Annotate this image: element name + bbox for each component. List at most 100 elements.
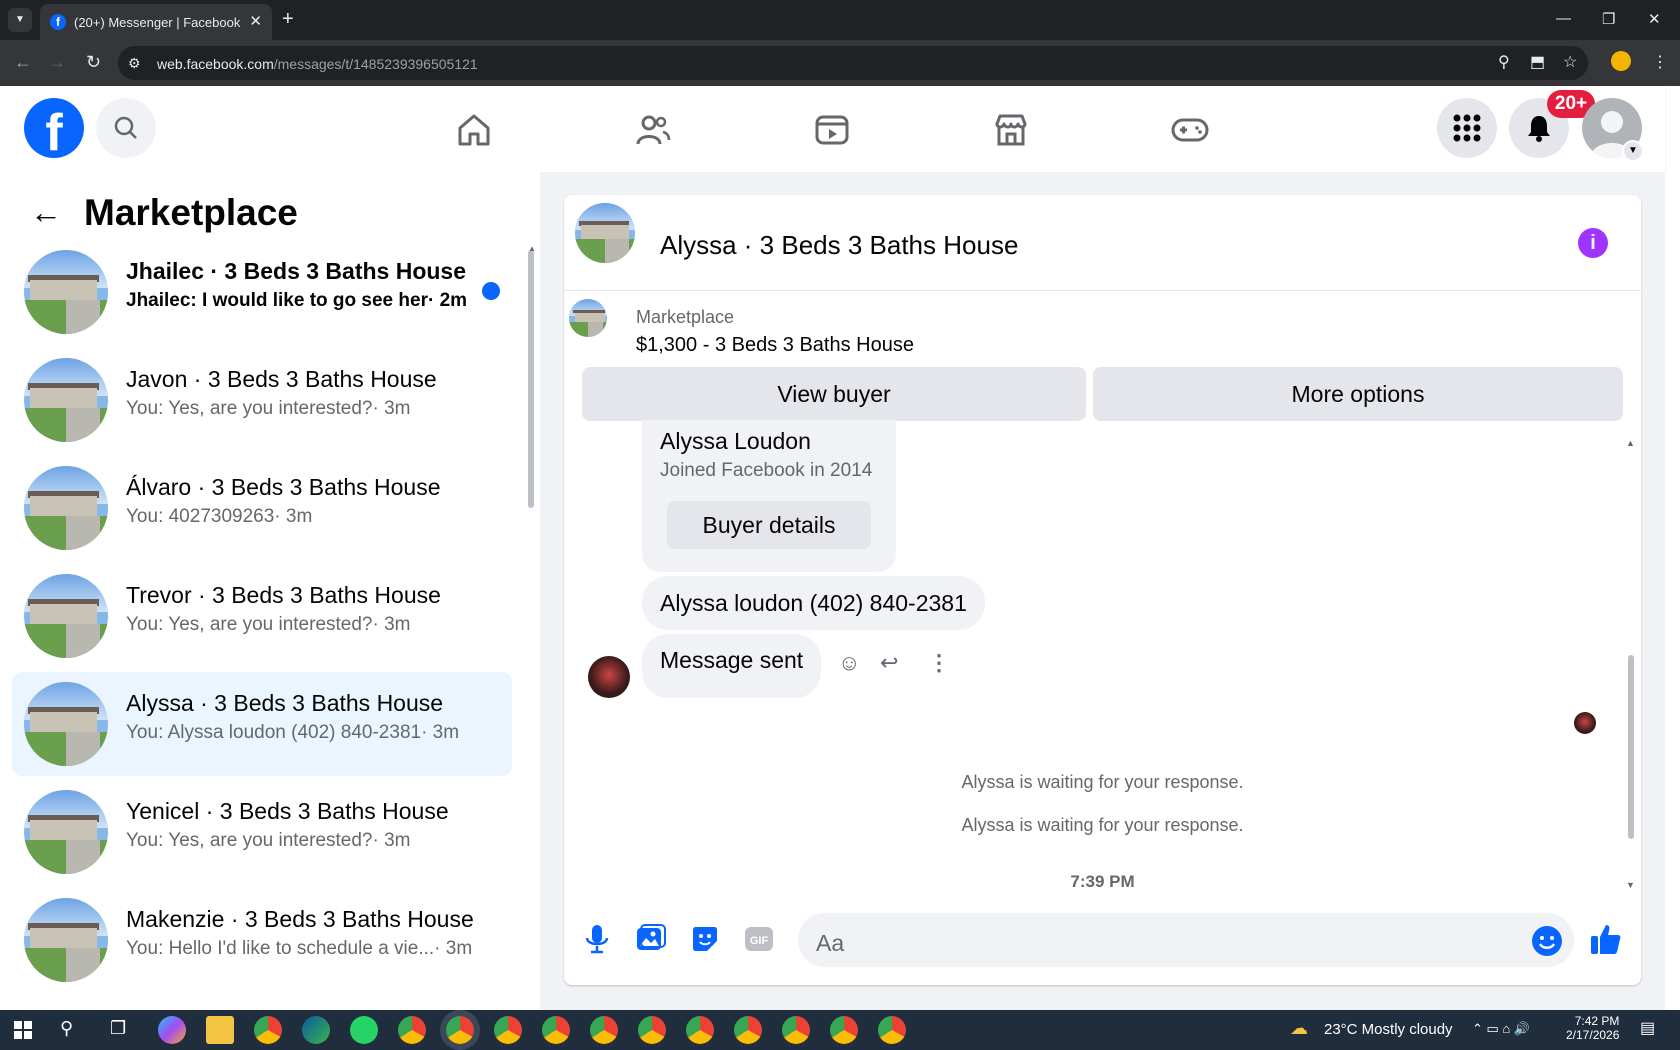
gif-button[interactable]: GIF xyxy=(742,922,776,956)
bookmark-star-icon[interactable]: ☆ xyxy=(1563,52,1577,72)
chrome-profile-icon[interactable] xyxy=(638,1016,666,1044)
conversation-row[interactable]: Trevor · 3 Beds 3 Baths House You: Yes, a… xyxy=(12,564,512,668)
message-input-placeholder[interactable]: Aa xyxy=(816,930,844,957)
chrome-profile-icon[interactable] xyxy=(542,1016,570,1044)
waiting-notice: Alyssa is waiting for your response. xyxy=(961,772,1244,792)
listing-small-thumbnail[interactable] xyxy=(569,299,619,347)
whatsapp-icon[interactable] xyxy=(350,1016,378,1044)
left-scrollbar[interactable] xyxy=(528,250,534,508)
marketplace-tab[interactable] xyxy=(991,110,1031,150)
preview-text: You: Alyssa loudon (402) 840-2381 xyxy=(126,722,422,743)
chrome-profile-icon[interactable] xyxy=(734,1016,762,1044)
scroll-up-arrow-icon[interactable]: ▲ xyxy=(1626,438,1635,448)
restore-button[interactable]: ❐ xyxy=(1602,10,1615,28)
scroll-down-arrow-icon[interactable]: ▼ xyxy=(1626,880,1635,890)
message-bubble[interactable]: Alyssa loudon (402) 840-2381 xyxy=(642,576,985,630)
task-view-icon[interactable]: ❐ xyxy=(110,1018,126,1039)
conversation-row[interactable]: Yenicel · 3 Beds 3 Baths House You: Yes, … xyxy=(12,780,512,884)
conversation-preview: You: Hello I'd like to schedule a vie...… xyxy=(126,938,472,960)
conversation-row[interactable]: Jhailec · 3 Beds 3 Baths House Jhailec: I… xyxy=(12,240,512,344)
back-arrow-icon[interactable]: ← xyxy=(30,194,62,231)
reply-icon[interactable]: ↩ xyxy=(880,650,898,676)
listing-thumbnail xyxy=(24,790,108,874)
windows-start-icon[interactable] xyxy=(14,1021,32,1039)
video-tab[interactable] xyxy=(812,110,852,150)
chat-scrollbar[interactable] xyxy=(1628,655,1634,839)
info-icon[interactable]: i xyxy=(1578,228,1608,258)
clock-time: 7:42 PM xyxy=(1574,1014,1620,1028)
install-app-icon[interactable]: ⬒ xyxy=(1530,52,1545,72)
weather-text[interactable]: 23°C Mostly cloudy xyxy=(1324,1021,1453,1038)
emoji-picker-button[interactable] xyxy=(1532,926,1562,956)
copilot-icon[interactable] xyxy=(158,1016,186,1044)
zoom-icon[interactable]: ⚲ xyxy=(1498,52,1510,72)
profile-avatar-icon[interactable] xyxy=(1611,51,1631,71)
home-tab[interactable] xyxy=(454,110,494,150)
seen-avatar xyxy=(1574,712,1596,734)
chrome-profile-icon[interactable] xyxy=(878,1016,906,1044)
conversation-row[interactable]: Alyssa · 3 Beds 3 Baths House You: Alyssa… xyxy=(12,672,512,776)
header-divider xyxy=(564,290,1641,291)
message-input[interactable] xyxy=(798,913,1574,967)
chrome-profile-icon[interactable] xyxy=(494,1016,522,1044)
file-explorer-icon[interactable] xyxy=(206,1016,234,1044)
preview-text: You: Yes, are you interested? xyxy=(126,614,373,635)
buyer-details-button[interactable]: Buyer details xyxy=(667,501,871,549)
conversation-name: Makenzie · 3 Beds 3 Baths House xyxy=(126,906,474,932)
conversation-row[interactable]: Álvaro · 3 Beds 3 Baths House You: 402730… xyxy=(12,456,512,560)
minimize-button[interactable]: — xyxy=(1556,10,1571,27)
back-button[interactable]: ← xyxy=(14,52,32,73)
site-info-icon[interactable]: ⚙ xyxy=(128,55,141,72)
more-options-button[interactable]: More options xyxy=(1093,367,1623,421)
taskbar-search-icon[interactable]: ⚲ xyxy=(60,1018,73,1039)
url-text[interactable]: web.facebook.com/messages/t/148523939650… xyxy=(157,56,478,72)
voice-clip-button[interactable] xyxy=(580,922,614,956)
forward-button[interactable]: → xyxy=(48,52,66,73)
conversation-row[interactable]: Javon · 3 Beds 3 Baths House You: Yes, ar… xyxy=(12,348,512,452)
react-smiley-icon[interactable]: ☺ xyxy=(838,650,860,676)
gaming-tab[interactable] xyxy=(1170,110,1210,150)
chrome-active-icon[interactable] xyxy=(446,1016,474,1044)
account-chevron-down-icon[interactable]: ▼ xyxy=(1622,140,1644,162)
browser-menu-icon[interactable]: ⋮ xyxy=(1652,52,1668,72)
sticker-button[interactable] xyxy=(688,922,722,956)
conversation-row[interactable]: Makenzie · 3 Beds 3 Baths House You: Hell… xyxy=(12,888,512,992)
conversation-preview: You: 4027309263· 3m xyxy=(126,506,312,528)
chrome-icon[interactable] xyxy=(254,1016,282,1044)
weather-cloud-icon[interactable]: ☁ xyxy=(1290,1018,1308,1039)
grid-menu-icon xyxy=(1453,114,1481,142)
chrome-profile-icon[interactable] xyxy=(782,1016,810,1044)
close-window-button[interactable]: ✕ xyxy=(1648,10,1661,28)
close-tab-icon[interactable]: ✕ xyxy=(249,12,262,30)
chrome-profile-icon[interactable] xyxy=(590,1016,618,1044)
chrome-profile-icon[interactable] xyxy=(686,1016,714,1044)
chat-title[interactable]: Alyssa · 3 Beds 3 Baths House xyxy=(660,230,1018,261)
new-tab-button[interactable]: + xyxy=(282,8,294,31)
attach-photo-button[interactable] xyxy=(634,922,668,956)
message-bubble[interactable]: Message sent xyxy=(642,634,822,698)
friends-tab[interactable] xyxy=(633,110,673,150)
chrome-profile-icon[interactable] xyxy=(398,1016,426,1044)
notification-center-icon[interactable]: ▤ xyxy=(1640,1018,1655,1038)
chrome-profile-icon[interactable] xyxy=(830,1016,858,1044)
like-thumbs-up-button[interactable] xyxy=(1589,922,1623,964)
svg-text:GIF: GIF xyxy=(750,935,769,947)
facebook-logo-icon[interactable]: f xyxy=(24,98,84,158)
preview-time: · 2m xyxy=(427,290,468,311)
reload-button[interactable]: ↻ xyxy=(86,52,101,73)
menu-button[interactable] xyxy=(1437,98,1497,158)
scroll-up-arrow-icon[interactable]: ▲ xyxy=(528,244,536,253)
more-actions-icon[interactable]: ⋮ xyxy=(928,650,950,676)
listing-price-title[interactable]: $1,300 - 3 Beds 3 Baths House xyxy=(636,334,914,357)
taskbar-clock[interactable]: 7:42 PM 2/17/2026 xyxy=(1566,1014,1619,1042)
edge-icon[interactable] xyxy=(302,1016,330,1044)
search-button[interactable] xyxy=(96,98,156,158)
view-buyer-button[interactable]: View buyer xyxy=(582,367,1086,421)
sender-avatar[interactable] xyxy=(588,656,630,698)
browser-tab[interactable]: f (20+) Messenger | Facebook ✕ xyxy=(40,4,272,40)
preview-text: You: Yes, are you interested? xyxy=(126,830,373,851)
tray-icons[interactable]: ⌃ ▭ ⌂ 🔊 xyxy=(1472,1021,1530,1037)
chat-listing-thumbnail[interactable] xyxy=(575,203,647,273)
tab-search-button[interactable]: ▼ xyxy=(8,8,32,32)
conversation-name: Trevor · 3 Beds 3 Baths House xyxy=(126,582,441,608)
